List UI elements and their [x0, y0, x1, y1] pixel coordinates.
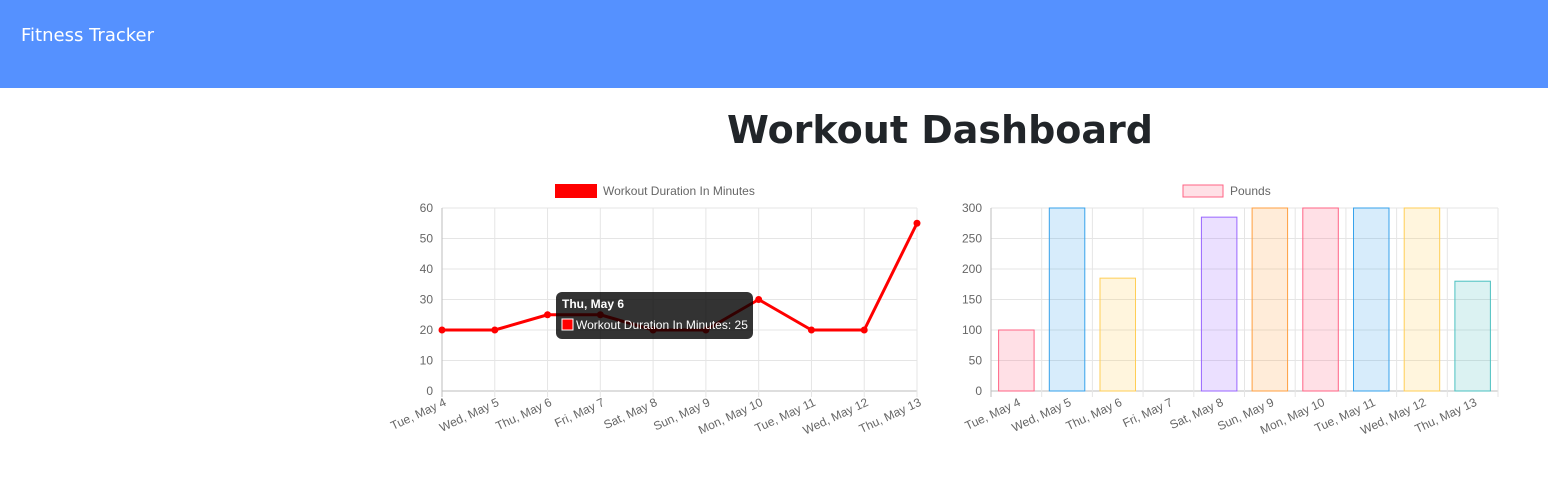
x-tick-label: Thu, May 6 [493, 395, 554, 433]
y-tick-label: 100 [962, 323, 982, 337]
data-point [913, 219, 921, 227]
y-tick-label: 150 [962, 293, 982, 307]
pounds-bar-chart: 050100150200250300PoundsTue, May 4Wed, M… [962, 184, 1499, 438]
bar [1403, 207, 1441, 392]
x-tick-label: Fri, May 7 [552, 395, 607, 430]
y-tick-label: 0 [975, 384, 982, 398]
legend-swatch [1182, 184, 1224, 198]
x-tick-label: Sat, May 8 [601, 395, 659, 432]
brand-link[interactable]: Fitness Tracker [21, 25, 154, 46]
bar [998, 329, 1035, 392]
y-tick-label: 50 [969, 354, 983, 368]
x-tick-label: Thu, May 6 [1064, 395, 1125, 433]
bar [1200, 216, 1238, 392]
y-tick-label: 60 [420, 201, 434, 215]
tooltip-swatch [561, 318, 574, 331]
y-tick-label: 40 [420, 262, 434, 276]
y-tick-label: 250 [962, 232, 982, 246]
bar [1302, 207, 1339, 392]
bar [1454, 280, 1491, 392]
y-tick-label: 0 [426, 384, 433, 398]
tooltip-label: Workout Duration In Minutes: 25 [576, 318, 748, 332]
bar [1251, 207, 1289, 392]
data-point [491, 326, 499, 334]
data-point [860, 326, 868, 334]
legend-label: Pounds [1230, 184, 1271, 198]
legend-swatch [555, 184, 597, 198]
legend-label: Workout Duration In Minutes [603, 184, 755, 198]
bar [1048, 207, 1086, 392]
y-tick-label: 30 [420, 293, 434, 307]
x-tick-label: Wed, May 5 [437, 395, 501, 435]
y-tick-label: 50 [420, 232, 434, 246]
data-point [755, 296, 763, 303]
data-point [544, 311, 552, 319]
data-point [807, 326, 815, 334]
bar [1099, 277, 1136, 392]
workout-duration-line-chart: 0102030405060Tue, May 4Wed, May 5Thu, Ma… [388, 184, 924, 438]
y-tick-label: 10 [420, 354, 434, 368]
y-tick-label: 300 [962, 201, 982, 215]
data-point [438, 326, 446, 334]
bar [1353, 207, 1390, 392]
y-tick-label: 20 [420, 323, 434, 337]
x-tick-label: Fri, May 7 [1120, 395, 1175, 430]
tooltip-title: Thu, May 6 [562, 297, 624, 311]
y-tick-label: 200 [962, 262, 982, 276]
